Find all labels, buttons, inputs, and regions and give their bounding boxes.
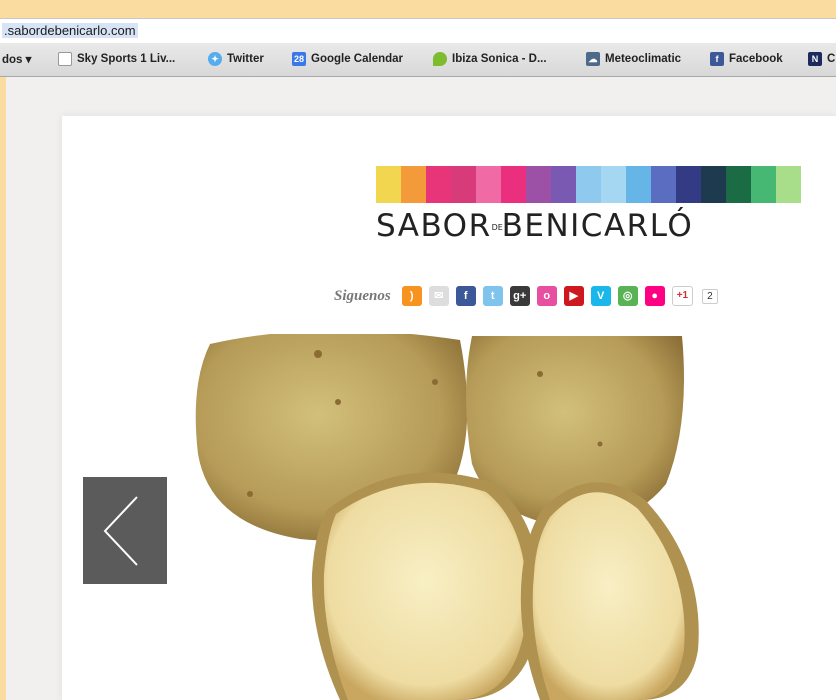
bookmark-label: Twitter	[227, 53, 264, 65]
vimeo-icon[interactable]: V	[590, 286, 611, 306]
page-icon	[58, 52, 72, 66]
logo-stripe	[676, 166, 701, 203]
bookmark-label: dos ▾	[2, 54, 32, 66]
logo-stripe	[401, 166, 426, 203]
bookmark-label: Sky Sports 1 Liv...	[77, 53, 176, 65]
address-bar[interactable]: .sabordebenicarlo.com	[0, 18, 836, 44]
logo-stripe	[426, 166, 451, 203]
picasa-icon[interactable]: ◎	[617, 286, 638, 306]
facebook-icon[interactable]: f	[455, 286, 476, 306]
twitter-bird-icon: ✦	[208, 52, 222, 66]
site-logo[interactable]: SABORDEBENICARLÓ	[376, 208, 693, 244]
leaf-icon	[433, 52, 447, 66]
logo-stripe	[726, 166, 751, 203]
logo-stripe	[626, 166, 651, 203]
bookmark-label: Meteoclimatic	[605, 53, 682, 65]
logo-stripe	[651, 166, 676, 203]
bookmark-label: Facebook	[729, 53, 783, 65]
youtube-icon[interactable]: ▶	[563, 286, 584, 306]
n-icon: N	[808, 52, 822, 66]
facebook-icon: f	[710, 52, 724, 66]
bookmark-google-calendar[interactable]: 28 Google Calendar	[292, 52, 403, 66]
logo-stripe	[526, 166, 551, 203]
logo-stripe	[451, 166, 476, 203]
logo-stripe	[376, 166, 401, 203]
logo-stripe	[751, 166, 776, 203]
twitter-icon[interactable]: t	[482, 286, 503, 306]
logo-text-benicarlo: BENICARLÓ	[501, 208, 694, 244]
google-plus-one-button[interactable]: +1	[671, 286, 694, 306]
bookmark-n[interactable]: NC	[808, 52, 835, 66]
bookmark-twitter[interactable]: ✦ Twitter	[208, 52, 264, 66]
bookmark-label: C	[827, 53, 836, 65]
bookmark-sky-sports[interactable]: Sky Sports 1 Liv...	[58, 52, 175, 66]
previous-slide-button[interactable]	[83, 477, 167, 584]
calendar-icon: 28	[292, 52, 306, 66]
orkut-icon[interactable]: o	[536, 286, 557, 306]
bookmark-label: Google Calendar	[311, 53, 404, 65]
potatoes-image	[195, 334, 699, 700]
flickr-icon[interactable]: ●	[644, 286, 665, 306]
follow-label: Siguenos	[334, 287, 391, 304]
gplus-label: +1	[676, 290, 689, 301]
logo-text-sabor: SABOR	[376, 208, 492, 244]
logo-text-de: DE	[491, 223, 503, 232]
weather-icon: ☁	[586, 52, 600, 66]
mail-icon[interactable]: ✉	[428, 286, 449, 306]
logo-stripe	[576, 166, 601, 203]
logo-stripe	[476, 166, 501, 203]
logo-stripe	[551, 166, 576, 203]
bookmark-folder[interactable]: dos ▾	[2, 52, 31, 66]
logo-color-stripes	[376, 166, 801, 203]
chevron-left-icon	[103, 496, 138, 566]
bookmarks-bar: dos ▾ Sky Sports 1 Liv... ✦ Twitter 28 Goo…	[0, 43, 836, 77]
logo-stripe	[501, 166, 526, 203]
url-text: .sabordebenicarlo.com	[2, 23, 138, 38]
gplus-count: 2	[702, 288, 718, 304]
google-plus-icon[interactable]: g+	[509, 286, 530, 306]
logo-stripe	[776, 166, 801, 203]
bookmark-facebook[interactable]: f Facebook	[710, 52, 783, 66]
rss-icon[interactable]: )	[401, 286, 422, 306]
logo-stripe	[701, 166, 726, 203]
social-bar: Siguenos ) ✉ f t g+ o ▶ V ◎ ● +1 2	[334, 286, 718, 306]
bookmark-meteoclimatic[interactable]: ☁ Meteoclimatic	[586, 52, 681, 66]
bookmark-label: Ibiza Sonica - D...	[452, 53, 547, 65]
bookmark-ibiza-sonica[interactable]: Ibiza Sonica - D...	[433, 52, 547, 66]
logo-stripe	[601, 166, 626, 203]
